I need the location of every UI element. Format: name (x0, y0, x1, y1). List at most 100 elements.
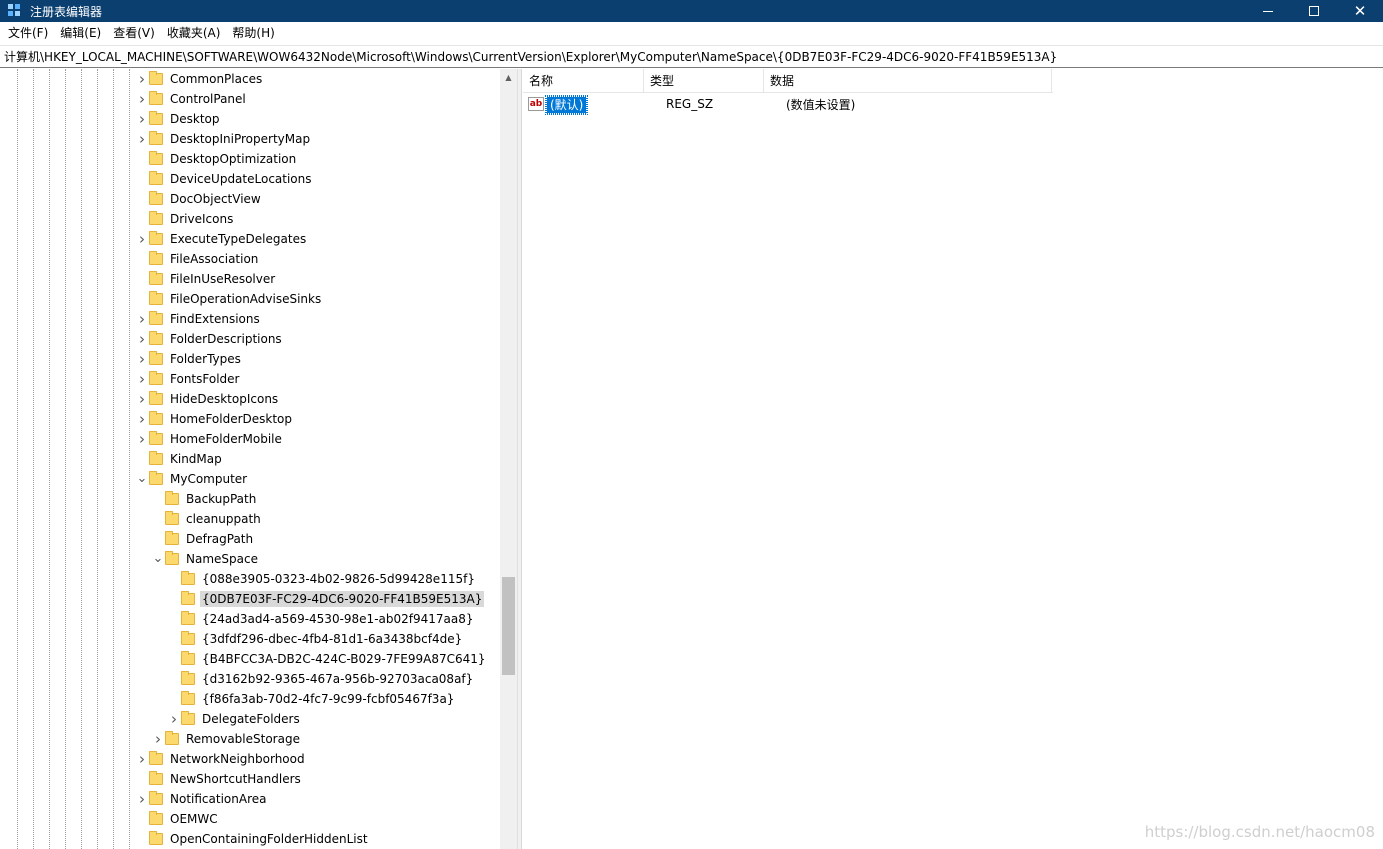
tree-node[interactable]: BackupPath (151, 489, 258, 509)
tree-node[interactable]: {d3162b92-9365-467a-956b-92703aca08af} (167, 669, 475, 689)
folder-icon (149, 431, 163, 445)
tree-node[interactable]: › NotificationArea (135, 789, 268, 809)
tree-node[interactable]: DefragPath (151, 529, 255, 549)
tree-guide-line (49, 69, 50, 849)
tree-node[interactable]: › ControlPanel (135, 89, 248, 109)
folder-icon (149, 111, 163, 125)
tree-node[interactable]: › Desktop (135, 109, 222, 129)
tree-node[interactable]: DeviceUpdateLocations (135, 169, 314, 189)
folder-icon (149, 211, 163, 225)
folder-icon (149, 151, 163, 165)
tree-node[interactable]: FileInUseResolver (135, 269, 277, 289)
scroll-up-icon[interactable]: ▲ (500, 69, 517, 86)
chevron-right-icon[interactable]: › (135, 789, 149, 809)
key-tree: › CommonPlaces › ControlPanel › Desktop › Deskt… (0, 69, 500, 849)
tree-node[interactable]: {24ad3ad4-a569-4530-98e1-ab02f9417aa8} (167, 609, 476, 629)
tree-node[interactable]: DocObjectView (135, 189, 263, 209)
tree-node[interactable]: KindMap (135, 449, 224, 469)
menu-edit[interactable]: 编辑(E) (54, 22, 107, 45)
tree-scrollbar[interactable]: ▲ (500, 69, 517, 849)
tree-node[interactable]: OEMWC (135, 809, 220, 829)
tree-node[interactable]: OpenContainingFolderHiddenList (135, 829, 370, 849)
folder-icon (149, 351, 163, 365)
folder-icon (149, 71, 163, 85)
column-header-data[interactable]: 数据 (764, 69, 1052, 93)
chevron-right-icon[interactable]: › (135, 69, 149, 89)
tree-node[interactable]: {0DB7E03F-FC29-4DC6-9020-FF41B59E513A} (167, 589, 485, 609)
menu-favorites[interactable]: 收藏夹(A) (161, 22, 227, 45)
chevron-right-icon[interactable]: › (135, 329, 149, 349)
tree-node[interactable]: {088e3905-0323-4b02-9826-5d99428e115f} (167, 569, 477, 589)
folder-icon (181, 611, 195, 625)
tree-node[interactable]: › FontsFolder (135, 369, 241, 389)
menu-help[interactable]: 帮助(H) (226, 22, 280, 45)
tree-node-label: OEMWC (170, 812, 218, 826)
pane-splitter[interactable] (518, 69, 522, 849)
tree-node-label: {24ad3ad4-a569-4530-98e1-ab02f9417aa8} (202, 612, 474, 626)
tree-node[interactable]: cleanuppath (151, 509, 263, 529)
registry-editor-icon (8, 4, 22, 18)
tree-node[interactable]: › ExecuteTypeDelegates (135, 229, 308, 249)
chevron-right-icon[interactable]: › (135, 229, 149, 249)
chevron-down-icon[interactable]: ⌄ (135, 469, 149, 489)
menu-file[interactable]: 文件(F) (2, 22, 54, 45)
folder-icon (165, 511, 179, 525)
chevron-right-icon[interactable]: › (135, 309, 149, 329)
close-button[interactable]: ✕ (1337, 0, 1383, 22)
chevron-right-icon[interactable]: › (135, 109, 149, 129)
tree-node[interactable]: {3dfdf296-dbec-4fb4-81d1-6a3438bcf4de} (167, 629, 464, 649)
chevron-right-icon[interactable]: › (135, 389, 149, 409)
tree-node[interactable]: ⌄ NameSpace (151, 549, 260, 569)
folder-icon (149, 751, 163, 765)
chevron-right-icon[interactable]: › (135, 409, 149, 429)
address-input[interactable] (0, 46, 1383, 67)
chevron-right-icon[interactable]: › (135, 429, 149, 449)
folder-icon (181, 691, 195, 705)
chevron-right-icon[interactable]: › (167, 709, 181, 729)
tree-node[interactable]: › HomeFolderMobile (135, 429, 284, 449)
minimize-button[interactable] (1245, 0, 1291, 22)
tree-node[interactable]: › HideDesktopIcons (135, 389, 280, 409)
tree-node[interactable]: › NetworkNeighborhood (135, 749, 307, 769)
tree-node-label: OpenContainingFolderHiddenList (170, 832, 368, 846)
tree-node[interactable]: › DesktopIniPropertyMap (135, 129, 312, 149)
tree-node[interactable]: › RemovableStorage (151, 729, 302, 749)
folder-icon (149, 771, 163, 785)
tree-node[interactable]: NewShortcutHandlers (135, 769, 303, 789)
scrollbar-thumb[interactable] (502, 577, 515, 675)
column-header-type[interactable]: 类型 (644, 69, 764, 93)
tree-node[interactable]: DriveIcons (135, 209, 235, 229)
chevron-down-icon[interactable]: ⌄ (151, 549, 165, 569)
folder-icon (149, 291, 163, 305)
tree-node[interactable]: {f86fa3ab-70d2-4fc7-9c99-fcbf05467f3a} (167, 689, 456, 709)
tree-node[interactable]: › DelegateFolders (167, 709, 302, 729)
tree-node-label: FolderDescriptions (170, 332, 282, 346)
chevron-right-icon[interactable]: › (135, 369, 149, 389)
tree-node[interactable]: › FindExtensions (135, 309, 262, 329)
folder-icon (181, 711, 195, 725)
chevron-right-icon[interactable]: › (135, 749, 149, 769)
tree-node[interactable]: FileAssociation (135, 249, 260, 269)
maximize-button[interactable] (1291, 0, 1337, 22)
tree-node[interactable]: › HomeFolderDesktop (135, 409, 294, 429)
tree-node[interactable]: {B4BFCC3A-DB2C-424C-B029-7FE99A87C641} (167, 649, 488, 669)
chevron-right-icon[interactable]: › (135, 129, 149, 149)
menu-bar: 文件(F) 编辑(E) 查看(V) 收藏夹(A) 帮助(H) (0, 22, 1383, 45)
tree-node[interactable]: › FolderDescriptions (135, 329, 284, 349)
tree-node[interactable]: FileOperationAdviseSinks (135, 289, 323, 309)
chevron-right-icon[interactable]: › (135, 349, 149, 369)
tree-node[interactable]: ⌄ MyComputer (135, 469, 249, 489)
folder-icon (181, 631, 195, 645)
chevron-right-icon[interactable]: › (151, 729, 165, 749)
column-header-name[interactable]: 名称 (523, 69, 644, 93)
menu-view[interactable]: 查看(V) (107, 22, 161, 45)
value-row-default[interactable]: ab (默认) REG_SZ (数值未设置) (523, 94, 855, 115)
chevron-right-icon[interactable]: › (135, 89, 149, 109)
tree-node[interactable]: › CommonPlaces (135, 69, 264, 89)
tree-node[interactable]: DesktopOptimization (135, 149, 298, 169)
tree-node[interactable]: › FolderTypes (135, 349, 243, 369)
